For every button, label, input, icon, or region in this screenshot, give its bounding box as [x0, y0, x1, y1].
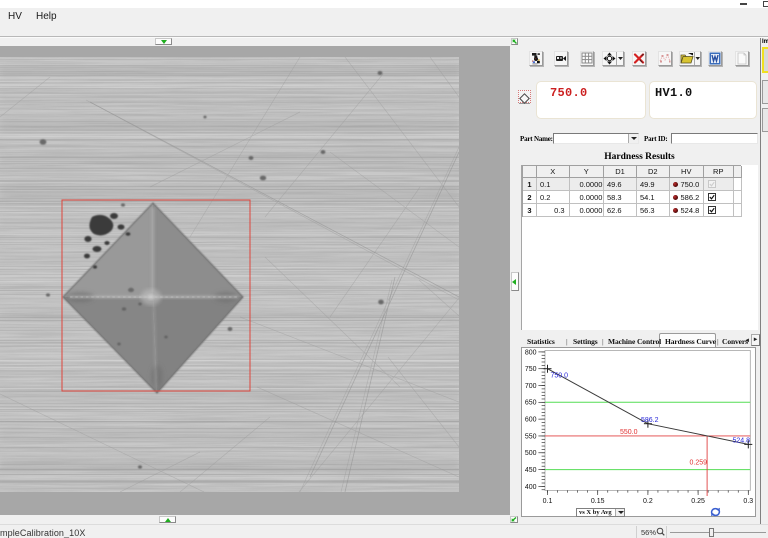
svg-text:700: 700: [525, 383, 537, 390]
svg-text:550: 550: [525, 433, 537, 440]
svg-text:0.259: 0.259: [690, 460, 708, 467]
svg-text:0.15: 0.15: [591, 498, 605, 505]
svg-text:750.0: 750.0: [551, 373, 569, 380]
svg-text:0.25: 0.25: [691, 498, 705, 505]
svg-text:800: 800: [525, 349, 537, 356]
svg-text:600: 600: [525, 417, 537, 424]
svg-text:400: 400: [525, 484, 537, 491]
svg-text:0.2: 0.2: [643, 498, 653, 505]
svg-text:750: 750: [525, 366, 537, 373]
svg-text:586.2: 586.2: [641, 417, 659, 424]
svg-text:0.3: 0.3: [743, 498, 753, 505]
svg-text:0.1: 0.1: [543, 498, 553, 505]
svg-text:650: 650: [525, 400, 537, 407]
svg-text:550.0: 550.0: [620, 429, 638, 436]
svg-text:524.8: 524.8: [733, 438, 751, 445]
svg-text:500: 500: [525, 450, 537, 457]
svg-text:450: 450: [525, 467, 537, 474]
